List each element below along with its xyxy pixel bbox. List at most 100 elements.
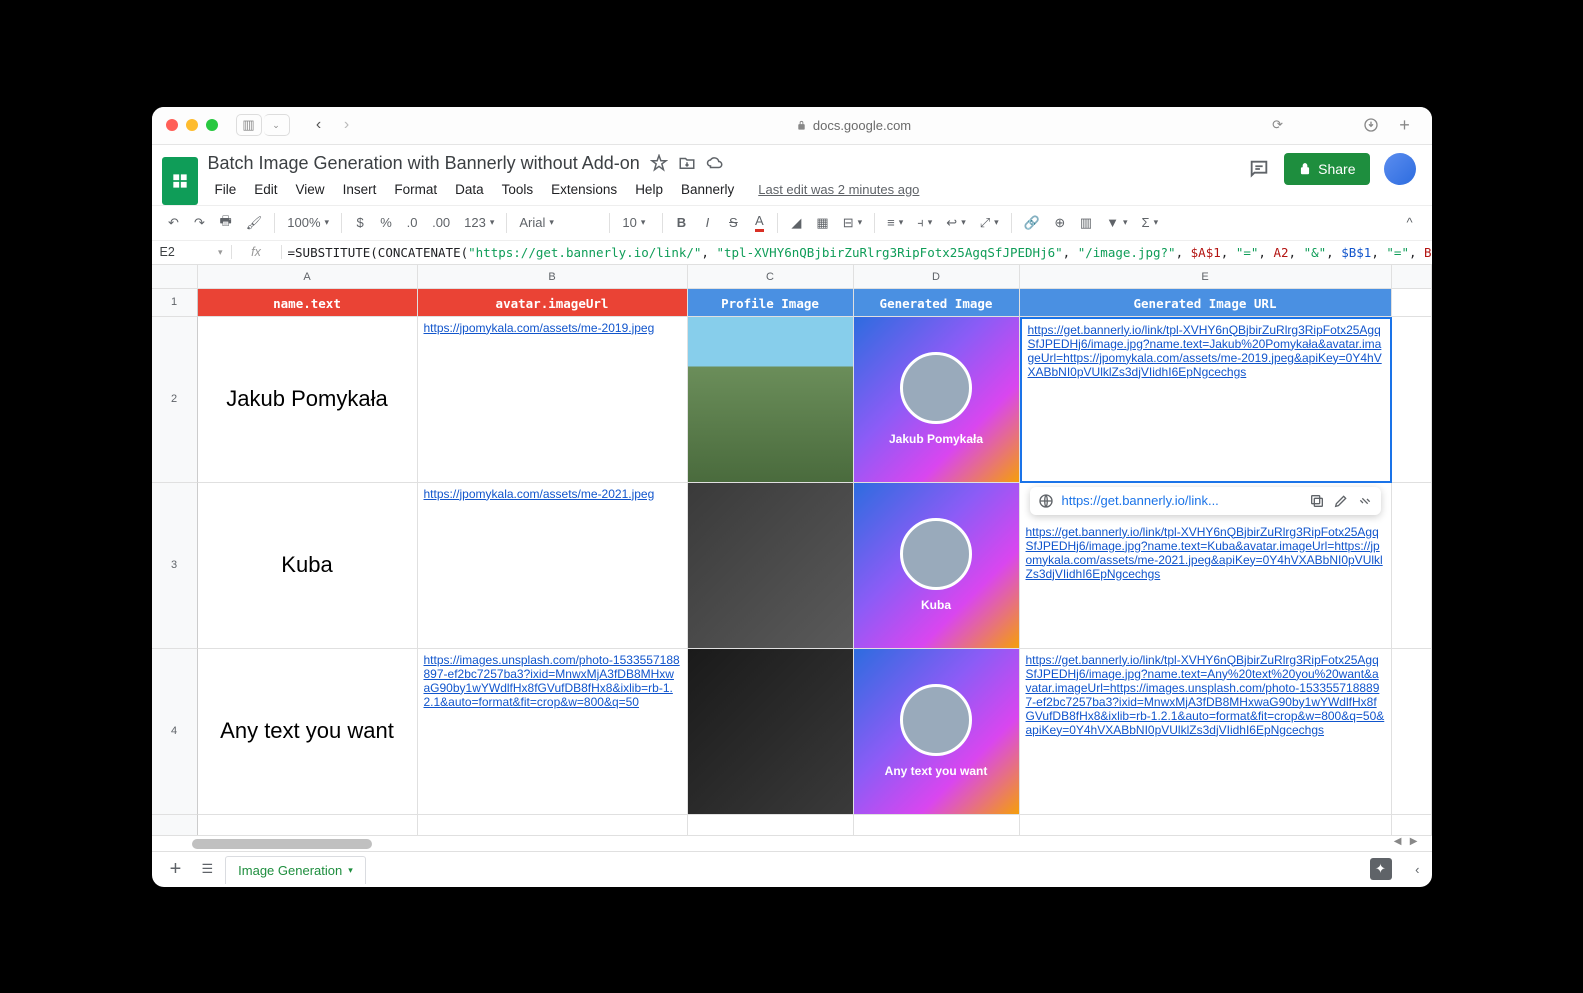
col-header-d[interactable]: D bbox=[854, 265, 1020, 289]
maximize-window[interactable] bbox=[206, 119, 218, 131]
all-sheets-icon[interactable]: ☰ bbox=[202, 861, 214, 877]
font-size-dropdown[interactable]: 10▾ bbox=[616, 215, 656, 230]
cell-profile-image[interactable] bbox=[688, 483, 854, 649]
cell-profile-image[interactable] bbox=[688, 649, 854, 815]
reload-icon[interactable]: ⟳ bbox=[1272, 117, 1283, 133]
edit-icon[interactable] bbox=[1333, 493, 1349, 509]
generated-url-link[interactable]: https://get.bannerly.io/link/tpl-XVHY6nQ… bbox=[1026, 525, 1385, 581]
cell-f1[interactable] bbox=[1392, 289, 1432, 317]
comment-icon[interactable]: ⊕ bbox=[1048, 210, 1072, 236]
undo-icon[interactable]: ↶ bbox=[162, 210, 186, 236]
bold-icon[interactable]: B bbox=[669, 210, 693, 236]
row-header[interactable] bbox=[152, 815, 198, 835]
strike-icon[interactable]: S bbox=[721, 210, 745, 236]
merge-dropdown[interactable]: ⊟▾ bbox=[837, 215, 868, 231]
rotate-dropdown[interactable]: ⤢▾ bbox=[974, 215, 1005, 231]
col-header-c[interactable]: C bbox=[688, 265, 854, 289]
explore-button[interactable]: ✦ bbox=[1370, 858, 1392, 880]
share-button[interactable]: Share bbox=[1284, 153, 1369, 185]
back-button[interactable]: ‹ bbox=[306, 114, 332, 136]
close-window[interactable] bbox=[166, 119, 178, 131]
menu-extensions[interactable]: Extensions bbox=[544, 178, 624, 201]
avatar-url-link[interactable]: https://jpomykala.com/assets/me-2021.jpe… bbox=[424, 487, 655, 501]
cell-e1[interactable]: Generated Image URL bbox=[1020, 289, 1392, 317]
col-header-b[interactable]: B bbox=[418, 265, 688, 289]
select-all-corner[interactable] bbox=[152, 265, 198, 289]
generated-url-link[interactable]: https://get.bannerly.io/link/tpl-XVHY6nQ… bbox=[1028, 323, 1382, 379]
zoom-dropdown[interactable]: 100%▾ bbox=[281, 215, 335, 230]
filter-dropdown[interactable]: ▼▾ bbox=[1100, 215, 1133, 230]
cell-generated-image[interactable]: Any text you want bbox=[854, 649, 1020, 815]
functions-dropdown[interactable]: Σ▾ bbox=[1136, 215, 1165, 230]
avatar-url-link[interactable]: https://jpomykala.com/assets/me-2019.jpe… bbox=[424, 321, 655, 335]
dec-increase-icon[interactable]: .00 bbox=[426, 210, 456, 236]
cell-empty[interactable] bbox=[1392, 317, 1432, 483]
currency-icon[interactable]: $ bbox=[348, 210, 372, 236]
chevron-down-icon[interactable]: ⌄ bbox=[264, 114, 290, 136]
spreadsheet-grid[interactable]: A B C D E 1 name.text avatar.imageUrl Pr… bbox=[152, 265, 1432, 835]
link-preview-text[interactable]: https://get.bannerly.io/link... bbox=[1062, 493, 1301, 508]
comments-icon[interactable] bbox=[1248, 158, 1270, 180]
add-sheet-button[interactable]: + bbox=[162, 858, 190, 881]
cell-name[interactable]: Any text you want bbox=[198, 649, 418, 815]
borders-icon[interactable]: ▦ bbox=[810, 210, 834, 236]
halign-dropdown[interactable]: ≡▾ bbox=[881, 215, 909, 230]
menu-edit[interactable]: Edit bbox=[247, 178, 284, 201]
wrap-dropdown[interactable]: ↩▾ bbox=[940, 215, 971, 231]
cell-profile-image[interactable] bbox=[688, 317, 854, 483]
cell-generated-image[interactable]: Kuba bbox=[854, 483, 1020, 649]
cloud-status-icon[interactable] bbox=[706, 154, 724, 172]
text-color-icon[interactable]: A bbox=[747, 210, 771, 236]
unlink-icon[interactable] bbox=[1357, 493, 1373, 509]
minimize-window[interactable] bbox=[186, 119, 198, 131]
cell-d1[interactable]: Generated Image bbox=[854, 289, 1020, 317]
font-dropdown[interactable]: Arial▾ bbox=[513, 215, 603, 230]
formula-input[interactable]: =SUBSTITUTE(CONCATENATE("https://get.ban… bbox=[282, 245, 1432, 260]
account-avatar[interactable] bbox=[1384, 153, 1416, 185]
forward-button[interactable]: › bbox=[334, 114, 360, 136]
menu-file[interactable]: File bbox=[208, 178, 244, 201]
avatar-url-link[interactable]: https://images.unsplash.com/photo-153355… bbox=[424, 653, 680, 709]
cell-generated-url[interactable]: https://get.bannerly.io/link/tpl-XVHY6nQ… bbox=[1020, 649, 1392, 815]
cell-name[interactable]: Jakub Pomykała bbox=[198, 317, 418, 483]
italic-icon[interactable]: I bbox=[695, 210, 719, 236]
name-box[interactable]: E2▾ bbox=[152, 245, 232, 259]
cell-generated-url[interactable]: https://get.bannerly.io/link/tpl-XVHY6nQ… bbox=[1020, 317, 1392, 483]
cell-avatar-url[interactable]: https://images.unsplash.com/photo-153355… bbox=[418, 649, 688, 815]
valign-dropdown[interactable]: ⫞▾ bbox=[911, 215, 938, 231]
cell-name[interactable]: Kuba bbox=[198, 483, 418, 649]
sheet-tab[interactable]: Image Generation ▾ bbox=[225, 856, 366, 884]
move-icon[interactable] bbox=[678, 154, 696, 172]
col-header-a[interactable]: A bbox=[198, 265, 418, 289]
menu-tools[interactable]: Tools bbox=[495, 178, 541, 201]
scrollbar-thumb[interactable] bbox=[192, 839, 372, 849]
menu-bannerly[interactable]: Bannerly bbox=[674, 178, 741, 201]
doc-title[interactable]: Batch Image Generation with Bannerly wit… bbox=[208, 153, 640, 174]
menu-data[interactable]: Data bbox=[448, 178, 491, 201]
percent-icon[interactable]: % bbox=[374, 210, 398, 236]
menu-view[interactable]: View bbox=[289, 178, 332, 201]
menu-format[interactable]: Format bbox=[387, 178, 444, 201]
scroll-left-icon[interactable]: ◀ bbox=[1394, 836, 1402, 847]
downloads-icon[interactable] bbox=[1358, 114, 1384, 136]
cell-generated-image[interactable]: Jakub Pomykała bbox=[854, 317, 1020, 483]
cell-empty[interactable] bbox=[1392, 649, 1432, 815]
star-icon[interactable] bbox=[650, 154, 668, 172]
cell-empty[interactable] bbox=[1392, 483, 1432, 649]
menu-help[interactable]: Help bbox=[628, 178, 670, 201]
chevron-down-icon[interactable]: ▾ bbox=[348, 865, 353, 876]
cell-avatar-url[interactable]: https://jpomykala.com/assets/me-2021.jpe… bbox=[418, 483, 688, 649]
link-icon[interactable]: 🔗 bbox=[1018, 210, 1046, 236]
new-tab-icon[interactable]: + bbox=[1392, 114, 1418, 136]
cell-c1[interactable]: Profile Image bbox=[688, 289, 854, 317]
side-panel-toggle-icon[interactable]: ‹ bbox=[1415, 862, 1419, 877]
number-format-dropdown[interactable]: 123▾ bbox=[458, 215, 500, 230]
chart-icon[interactable]: ▥ bbox=[1074, 210, 1098, 236]
last-edit-status[interactable]: Last edit was 2 minutes ago bbox=[751, 178, 926, 201]
cell-generated-url[interactable]: https://get.bannerly.io/link... https://… bbox=[1020, 483, 1392, 649]
address-bar[interactable]: docs.google.com ⟳ bbox=[368, 118, 1340, 133]
scroll-right-icon[interactable]: ▶ bbox=[1410, 836, 1418, 847]
print-icon[interactable]: 🖶 bbox=[214, 210, 238, 236]
generated-url-link[interactable]: https://get.bannerly.io/link/tpl-XVHY6nQ… bbox=[1026, 653, 1385, 737]
row-header[interactable]: 3 bbox=[152, 483, 198, 649]
